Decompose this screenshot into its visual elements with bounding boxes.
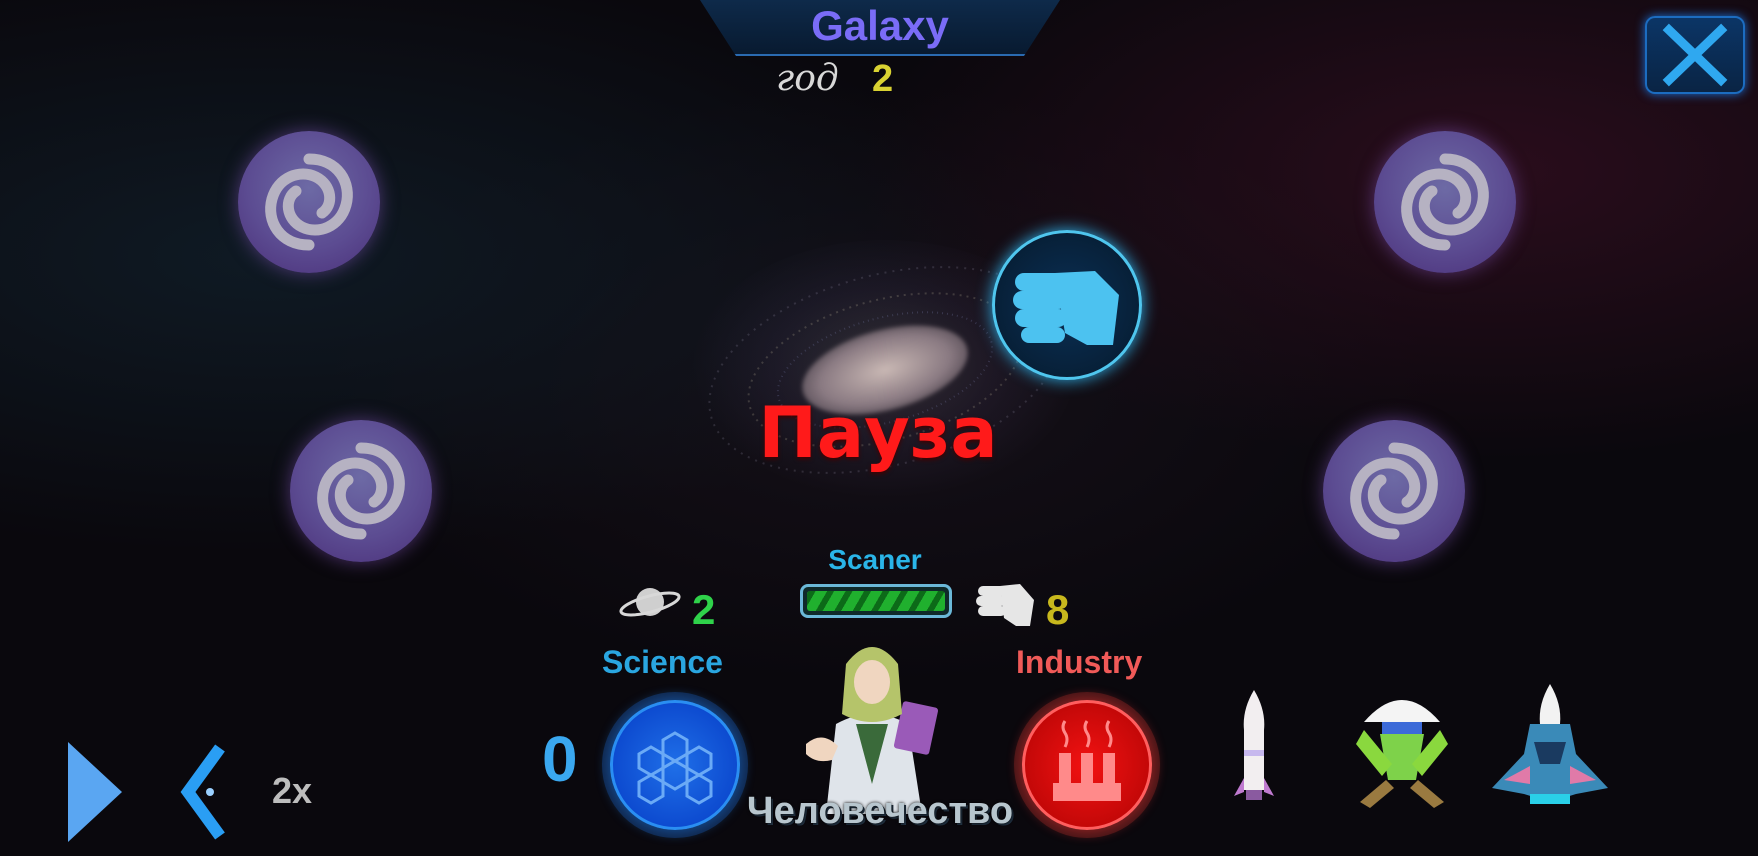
speed-toggle[interactable]: 2x: [272, 770, 312, 812]
faction-name: Человечество: [746, 790, 1014, 832]
fighter-ship-icon: [1492, 684, 1608, 804]
galaxy-swirl-icon: [1350, 442, 1438, 540]
scientist-avatar: [806, 647, 939, 814]
science-value: 0: [542, 723, 578, 795]
galaxy-swirl-icon: [317, 442, 405, 540]
scaner-progress-bar: [800, 584, 952, 618]
industry-label: Industry: [1016, 644, 1143, 680]
year-value: 2: [872, 58, 894, 100]
close-icon: [1662, 23, 1728, 87]
planet-icon: [619, 588, 681, 617]
galaxy-swirl-icon: [1401, 153, 1489, 251]
rocket-unit[interactable]: [1232, 690, 1276, 815]
scaner-label: Scaner: [828, 544, 922, 575]
science-honeycomb-icon: [637, 731, 713, 805]
planets-indicator: [618, 580, 682, 629]
lander-ship-unit[interactable]: [1350, 684, 1454, 817]
page-title: Galaxy: [811, 2, 949, 49]
fist-icon: [976, 584, 1034, 626]
fist-icon: [1013, 271, 1119, 345]
science-label: Science: [602, 644, 723, 680]
fist-count: 8: [1046, 586, 1070, 633]
rocket-icon: [1234, 690, 1274, 800]
pause-label: Пауза: [758, 392, 998, 474]
close-button[interactable]: [1645, 16, 1745, 94]
back-button[interactable]: [180, 744, 228, 845]
back-chevron-icon: [180, 744, 225, 840]
year-label: год: [776, 58, 839, 99]
industry-factory-icon: [1053, 720, 1121, 801]
fists-indicator: [974, 578, 1038, 635]
galaxy-swirl-icon: [265, 153, 353, 251]
galaxy-node-top-right[interactable]: [1374, 131, 1516, 273]
scaner-progress-fill: [807, 591, 945, 611]
lander-ship-icon: [1356, 700, 1448, 808]
galaxy-node-left[interactable]: [290, 420, 432, 562]
fighter-ship-unit[interactable]: [1490, 684, 1610, 819]
play-button[interactable]: [66, 742, 124, 847]
industry-button[interactable]: [1022, 700, 1152, 830]
galaxy-node-top-left[interactable]: [238, 131, 380, 273]
galaxy-node-right[interactable]: [1323, 420, 1465, 562]
planets-count: 2: [692, 586, 716, 633]
attack-fist-button[interactable]: [992, 230, 1142, 380]
play-icon: [68, 742, 122, 842]
